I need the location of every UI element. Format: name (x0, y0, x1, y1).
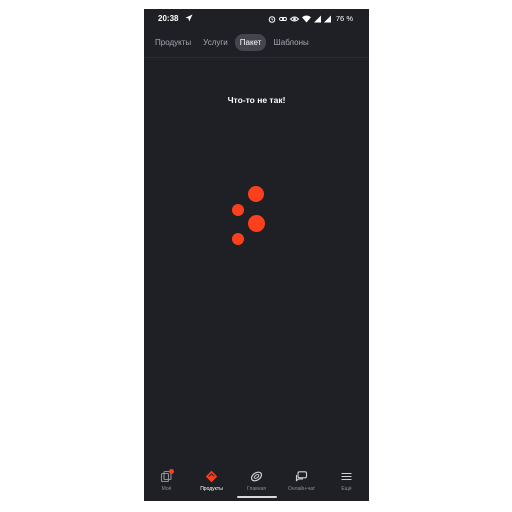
nav-label-chat: Онлайн-чат (287, 486, 316, 492)
status-time: 20:38 (158, 14, 179, 23)
nav-label-more: Ещё (341, 486, 352, 492)
bottom-navigation: Моё Продукты Главная Онлайн-чат Ещё (144, 461, 369, 501)
tab-services[interactable]: Услуги (198, 34, 233, 51)
status-bar: 20:38 76 % (144, 9, 369, 29)
battery-level: 76 % (335, 14, 353, 23)
tab-products[interactable]: Продукты (150, 34, 196, 51)
nav-item-products[interactable]: Продукты (189, 461, 234, 501)
nav-label-products: Продукты (200, 486, 223, 492)
home-ring-icon (250, 471, 263, 482)
status-icons: 76 % (268, 13, 353, 24)
nav-item-more[interactable]: Ещё (324, 461, 369, 501)
link-icon (278, 16, 287, 21)
signal-icon (323, 15, 331, 22)
app-screen: 20:38 76 % Продукты Услуги Пакет Шаблоны… (144, 9, 369, 501)
nav-label-my: Моё (161, 486, 172, 492)
tab-package[interactable]: Пакет (234, 33, 267, 51)
notification-badge (169, 469, 174, 474)
error-message: Что-то не так! (227, 95, 286, 105)
divider (144, 57, 369, 58)
loader-dot (232, 233, 244, 245)
nav-item-my[interactable]: Моё (144, 461, 189, 501)
tab-bar: Продукты Услуги Пакет Шаблоны (144, 31, 369, 53)
products-icon (205, 470, 218, 483)
menu-icon (341, 472, 352, 481)
wifi-icon (301, 15, 311, 22)
eye-icon (289, 16, 299, 21)
nav-item-chat[interactable]: Онлайн-чат (279, 461, 324, 501)
alarm-icon (268, 15, 276, 23)
nav-label-home: Главная (246, 486, 267, 492)
tab-templates[interactable]: Шаблоны (268, 34, 313, 51)
loader-dot (232, 204, 244, 216)
loader-dot (248, 186, 264, 202)
signal-icon (313, 15, 321, 22)
nav-item-home[interactable]: Главная (234, 461, 279, 501)
loader-dot (248, 215, 265, 232)
send-icon (185, 14, 193, 22)
chat-icon (295, 471, 308, 482)
home-indicator[interactable] (237, 496, 277, 498)
